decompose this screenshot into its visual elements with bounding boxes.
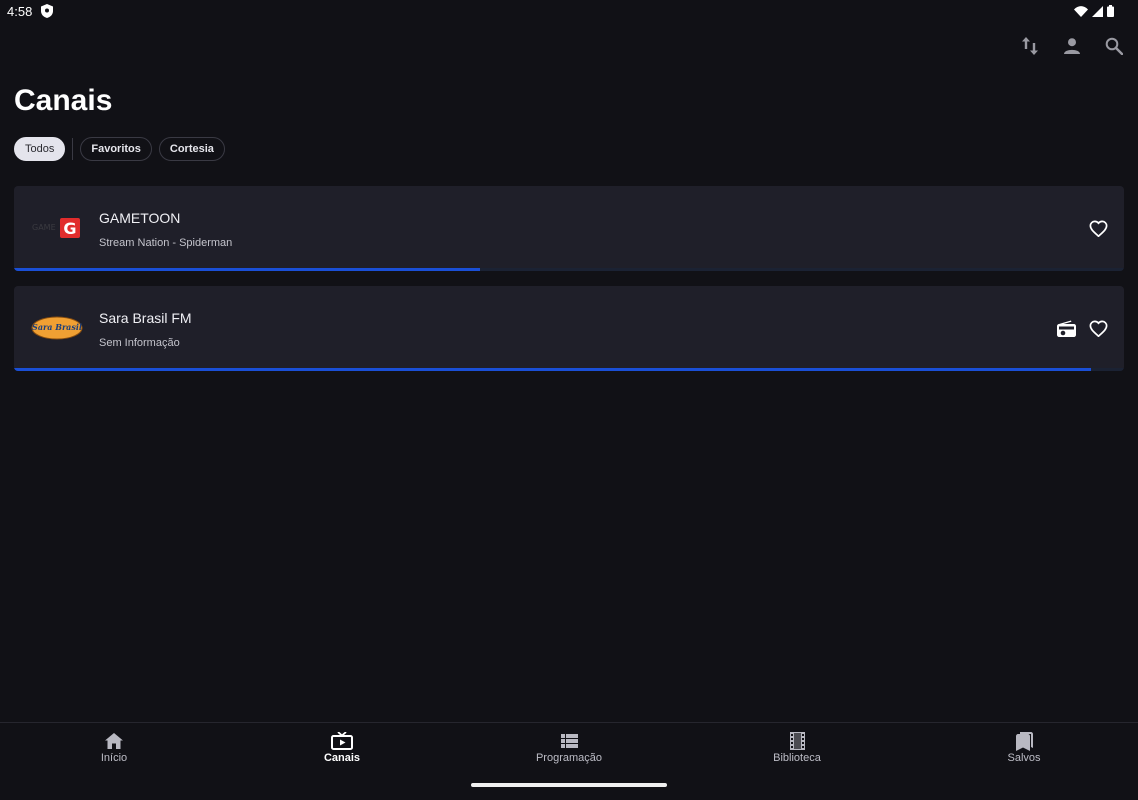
radio-icon[interactable] [1056,318,1076,338]
channel-program: Stream Nation - Spiderman [99,237,233,249]
card-actions [1088,218,1108,238]
svg-text:Sara Brasil: Sara Brasil [32,322,82,332]
progress-fill [14,268,481,271]
filter-chips: Todos Favoritos Cortesia [14,137,232,161]
channel-program: Sem Informação [99,337,180,349]
nav-label: Canais [323,752,361,764]
home-icon [54,731,174,751]
filter-chip-todos[interactable]: Todos [14,137,66,161]
app-screen: 4:58 Canais Todos Favoritos Cortesia GAM… [0,0,1138,800]
home-indicator[interactable] [471,783,667,787]
nav-label: Início [100,752,128,764]
status-indicators [1074,5,1114,17]
heart-outline-icon[interactable] [1088,218,1108,238]
bookmarks-icon [964,731,1084,751]
search-icon[interactable] [1104,36,1124,56]
nav-item-biblioteca[interactable]: Biblioteca [737,731,857,764]
filter-chip-cortesia[interactable]: Cortesia [158,137,225,161]
battery-icon [1107,5,1114,17]
channel-name: GAMETOON [99,210,181,226]
signal-icon [1092,5,1103,17]
channel-card-sara-brasil-fm[interactable]: Sara Brasil Sara Brasil FM Sem Informaçã… [14,286,1124,371]
svg-text:G: G [63,219,76,238]
progress-track [14,268,1124,271]
top-actions [1020,36,1124,56]
shield-icon [41,4,53,18]
bottom-nav: Início Canais Programação Biblioteca Sal… [0,722,1138,800]
svg-text:GAME: GAME [32,223,56,232]
status-bar: 4:58 [0,0,1138,24]
nav-item-salvos[interactable]: Salvos [964,731,1084,764]
nav-label: Salvos [1007,752,1041,764]
progress-fill [14,368,1091,371]
chip-divider [72,138,74,160]
film-icon [737,731,857,751]
heart-outline-icon[interactable] [1088,318,1108,338]
channel-name: Sara Brasil FM [99,310,192,326]
status-time: 4:58 [7,4,33,19]
progress-track [14,368,1124,371]
wifi-icon [1074,5,1088,17]
card-actions [1056,318,1108,338]
nav-item-canais[interactable]: Canais [282,731,402,764]
filter-chip-favoritos[interactable]: Favoritos [80,137,152,161]
channel-logo: GAME G [32,218,80,238]
list-icon [509,731,629,751]
nav-label: Programação [535,752,603,764]
nav-label: Biblioteca [773,752,821,764]
channel-logo: Sara Brasil [31,316,83,340]
account-icon[interactable] [1062,36,1082,56]
tv-icon [282,731,402,751]
page-title: Canais [14,84,113,117]
nav-item-inicio[interactable]: Início [54,731,174,764]
nav-item-programacao[interactable]: Programação [509,731,629,764]
sort-arrows-icon[interactable] [1020,36,1040,56]
channel-card-gametoon[interactable]: GAME G GAMETOON Stream Nation - Spiderma… [14,186,1124,271]
